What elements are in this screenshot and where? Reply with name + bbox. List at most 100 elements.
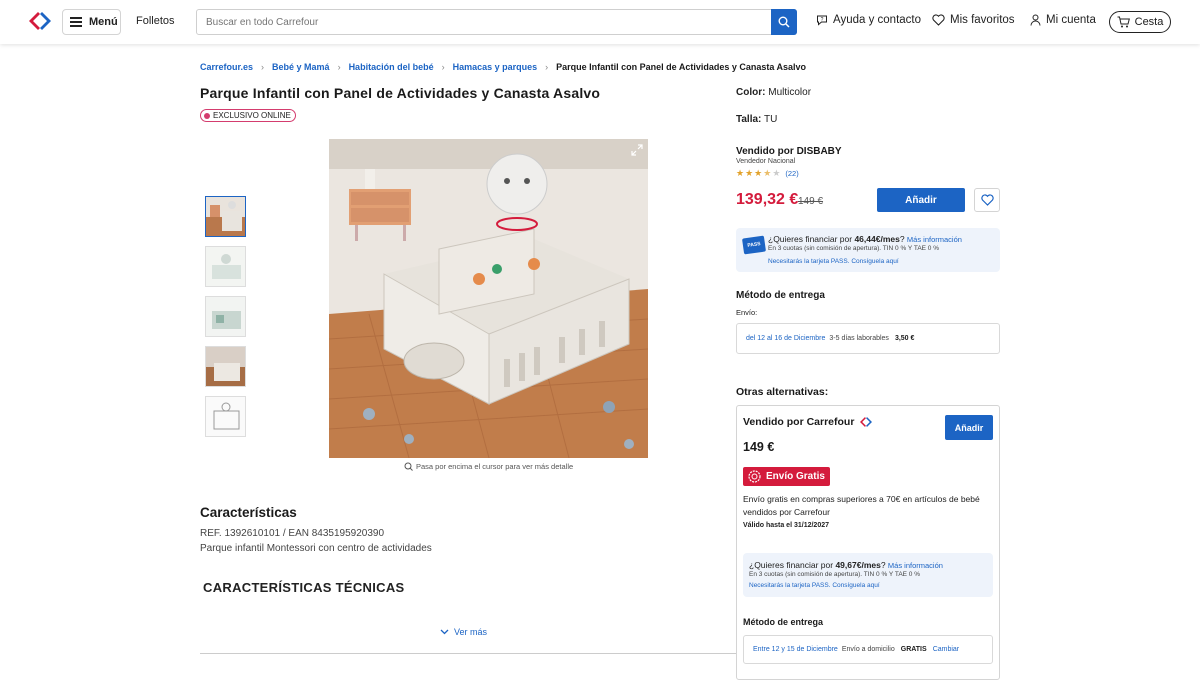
- alt-financing-question-end: ?: [880, 560, 888, 570]
- financing-question-end: ?: [899, 234, 907, 244]
- free-shipping-badge: Envío Gratis: [743, 467, 830, 486]
- breadcrumb-hamacas[interactable]: Hamacas y parques: [453, 62, 538, 72]
- financing-box: ¿Quieres financiar por 46,44€/mes? Más i…: [736, 228, 1000, 272]
- add-to-cart-button[interactable]: Añadir: [877, 188, 965, 212]
- breadcrumb-current: Parque Infantil con Panel de Actividades…: [556, 62, 807, 72]
- alt-delivery-type: Envío a domicilio: [841, 646, 895, 653]
- talla-row: Talla: TU: [736, 114, 777, 125]
- rating-stars[interactable]: ★ ★ ★ ★ ★ (22): [736, 168, 799, 179]
- help-label: Ayuda y contacto: [833, 14, 922, 26]
- cart-icon: [1117, 16, 1130, 28]
- top-header: Menú Folletos ? Ayuda y contacto Mis fav…: [0, 0, 1200, 44]
- ver-mas-label: Ver más: [454, 627, 488, 637]
- financing-question: ¿Quieres financiar por: [768, 234, 855, 244]
- talla-label: Talla:: [736, 114, 762, 125]
- alt-add-to-cart-button[interactable]: Añadir: [945, 415, 993, 440]
- carrefour-logo[interactable]: [26, 10, 54, 32]
- thumbnail-3[interactable]: [205, 296, 246, 337]
- help-contact-link[interactable]: ? Ayuda y contacto: [816, 14, 921, 26]
- product-title: Parque Infantil con Panel de Actividades…: [200, 85, 601, 101]
- expand-icon: [631, 144, 643, 156]
- heart-icon: [980, 194, 994, 206]
- thumbnail-4[interactable]: [205, 346, 246, 387]
- menu-button[interactable]: Menú: [62, 9, 121, 35]
- technical-heading: CARACTERÍSTICAS TÉCNICAS: [203, 580, 405, 595]
- zoom-hint-text: Pasa por encima el cursor para ver más d…: [416, 462, 574, 471]
- zoom-hint: Pasa por encima el cursor para ver más d…: [404, 462, 573, 471]
- financing-more-link[interactable]: Más información: [907, 235, 962, 244]
- envio-label: Envío:: [736, 308, 758, 317]
- chevron-down-icon: [440, 629, 449, 635]
- product-description: Parque infantil Montessori con centro de…: [200, 543, 432, 554]
- menu-label: Menú: [89, 16, 118, 28]
- alt-financing-card-link[interactable]: Necesitarás la tarjeta PASS. Consíguela …: [749, 582, 993, 589]
- delivery-days: 3-5 días laborables: [829, 335, 889, 342]
- delivery-price: 3,50 €: [894, 335, 915, 342]
- breadcrumb-habitacion[interactable]: Habitación del bebé: [349, 62, 434, 72]
- seller-link[interactable]: DISBABY: [797, 146, 842, 157]
- divider: [200, 653, 736, 654]
- alt-price: 149 €: [743, 440, 775, 454]
- cart-button[interactable]: Cesta: [1109, 11, 1171, 33]
- alt-delivery-dates: Entre 12 y 15 de Diciembre: [753, 646, 838, 653]
- alt-delivery-option[interactable]: Entre 12 y 15 de Diciembre Envío a domic…: [743, 635, 993, 664]
- breadcrumb-bebe-mama[interactable]: Bebé y Mamá: [272, 62, 330, 72]
- characteristics-heading: Características: [200, 505, 297, 520]
- folletos-link[interactable]: Folletos: [136, 15, 175, 27]
- star-icon: ★: [754, 168, 763, 178]
- pass-card-icon: PASS: [741, 235, 767, 255]
- thumbnail-5[interactable]: [205, 396, 246, 437]
- alt-financing-box: ¿Quieres financiar por 49,67€/mes? Más i…: [743, 553, 993, 597]
- old-price: 149 €: [798, 196, 824, 207]
- carrefour-logo-icon: [860, 417, 873, 427]
- delivery-option[interactable]: del 12 al 16 de Diciembre 3-5 días labor…: [736, 323, 1000, 354]
- chat-help-icon: ?: [817, 15, 827, 26]
- chevron-right-icon: ›: [337, 62, 341, 72]
- alt-delivery-price: GRATIS: [900, 646, 927, 653]
- alt-financing-terms: En 3 cuotas (sin comisión de apertura). …: [749, 571, 921, 578]
- chevron-right-icon: ›: [261, 62, 265, 72]
- badge-label: EXCLUSIVO ONLINE: [213, 111, 291, 120]
- reviews-count: (22): [785, 169, 799, 178]
- star-icon: ★: [736, 168, 745, 178]
- seller-type: Vendedor Nacional: [736, 158, 796, 165]
- main-product-image[interactable]: [329, 139, 648, 458]
- add-favorite-button[interactable]: [974, 188, 1000, 212]
- color-label: Color:: [736, 87, 766, 98]
- breadcrumb-home[interactable]: Carrefour.es: [200, 62, 253, 72]
- product-ref: REF. 1392610101 / EAN 8435195920390: [200, 528, 385, 539]
- badge-dot-icon: [204, 112, 210, 119]
- alt-financing-more-link[interactable]: Más información: [888, 561, 943, 570]
- alt-delivery-heading: Método de entrega: [743, 617, 824, 627]
- free-shipping-promo: Envío gratis en compras superiores a 70€…: [743, 494, 980, 517]
- search-input[interactable]: [197, 10, 771, 34]
- search-button[interactable]: [771, 9, 797, 35]
- sold-by-prefix: Vendido por: [736, 146, 794, 157]
- account-link[interactable]: Mi cuenta: [1030, 14, 1096, 26]
- financing-terms: En 3 cuotas (sin comisión de apertura). …: [768, 245, 940, 252]
- color-value: Multicolor: [768, 87, 812, 98]
- delivery-heading: Método de entrega: [736, 290, 825, 301]
- thumbnail-list: [205, 196, 246, 446]
- fade-overlay: [203, 607, 728, 619]
- zoom-icon: [404, 462, 413, 471]
- thumbnail-2[interactable]: [205, 246, 246, 287]
- product-price: 139,32 €: [736, 191, 799, 208]
- delivery-dates: del 12 al 16 de Diciembre: [746, 335, 826, 342]
- svg-text:?: ?: [821, 17, 824, 23]
- alt-sold-by: Vendido por Carrefour: [743, 416, 874, 428]
- chevron-right-icon: ›: [545, 62, 549, 72]
- ver-mas-link[interactable]: Ver más: [440, 627, 487, 637]
- sold-by: Vendido por DISBABY: [736, 146, 842, 157]
- free-shipping-label: Envío Gratis: [766, 471, 825, 482]
- thumbnail-1[interactable]: [205, 196, 246, 237]
- color-row: Color: Multicolor: [736, 87, 811, 98]
- promo-validity: Válido hasta el 31/12/2027: [743, 522, 829, 529]
- cart-label: Cesta: [1134, 16, 1164, 28]
- favorites-link[interactable]: Mis favoritos: [932, 14, 1015, 26]
- change-delivery-link[interactable]: Cambiar: [933, 646, 959, 653]
- financing-card-link[interactable]: Necesitarás la tarjeta PASS. Consíguela …: [768, 258, 1000, 265]
- alt-seller-label: Vendido por Carrefour: [743, 416, 855, 428]
- heart-icon: [932, 14, 945, 26]
- breadcrumb: Carrefour.es › Bebé y Mamá › Habitación …: [200, 62, 806, 72]
